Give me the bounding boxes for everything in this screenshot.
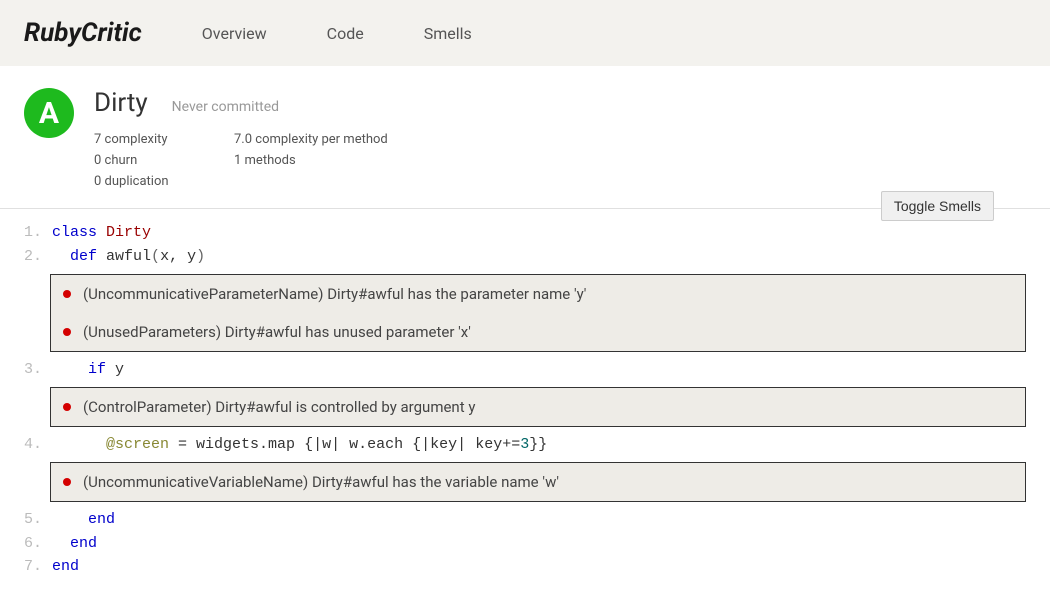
- smell-group: (ControlParameter) Dirty#awful is contro…: [50, 387, 1026, 427]
- toggle-smells-button[interactable]: Toggle Smells: [881, 191, 994, 221]
- lineno: 7.: [24, 555, 52, 578]
- metric-duplication: 0 duplication: [94, 172, 224, 193]
- code-container: 1. class Dirty 2. def awful(x, y) (Uncom…: [0, 209, 1050, 602]
- code-line-7: 7. end: [0, 555, 1050, 578]
- file-summary: A Dirty Never committed 7 complexity 0 c…: [0, 66, 1050, 209]
- metrics-col-right: 7.0 complexity per method 1 methods: [234, 130, 388, 192]
- lineno: 2.: [24, 245, 52, 268]
- smell-text: (UncommunicativeVariableName) Dirty#awfu…: [83, 473, 559, 491]
- metrics-col-left: 7 complexity 0 churn 0 duplication: [94, 130, 224, 192]
- code-line-6: 6. end: [0, 532, 1050, 555]
- smell-group: (UncommunicativeVariableName) Dirty#awfu…: [50, 462, 1026, 502]
- metric-complexity-per-method: 7.0 complexity per method: [234, 130, 388, 151]
- metric-complexity: 7 complexity: [94, 130, 224, 151]
- metric-churn: 0 churn: [94, 151, 224, 172]
- smell-group: (UncommunicativeParameterName) Dirty#awf…: [50, 274, 1026, 352]
- metric-methods: 1 methods: [234, 151, 388, 172]
- nav-smells[interactable]: Smells: [424, 24, 472, 43]
- lineno: 5.: [24, 508, 52, 531]
- code-line-5: 5. end: [0, 508, 1050, 531]
- code-text: def awful(x, y): [52, 245, 205, 268]
- code-text: end: [52, 508, 115, 531]
- file-name: Dirty: [94, 88, 148, 118]
- smell-item[interactable]: (UncommunicativeVariableName) Dirty#awfu…: [51, 463, 1025, 501]
- lineno: 4.: [24, 433, 52, 456]
- file-title-row: Dirty Never committed: [94, 88, 1026, 118]
- nav-overview[interactable]: Overview: [202, 24, 267, 43]
- smell-text: (ControlParameter) Dirty#awful is contro…: [83, 398, 475, 416]
- code-text: @screen = widgets.map {|w| w.each {|key|…: [52, 433, 547, 456]
- nav-code[interactable]: Code: [327, 24, 364, 43]
- bullet-icon: [63, 328, 71, 336]
- header: RubyCritic Overview Code Smells: [0, 0, 1050, 66]
- code-text: if y: [52, 358, 124, 381]
- commit-status: Never committed: [172, 99, 279, 115]
- lineno: 3.: [24, 358, 52, 381]
- code-text: end: [52, 555, 79, 578]
- smell-item[interactable]: (ControlParameter) Dirty#awful is contro…: [51, 388, 1025, 426]
- lineno: 6.: [24, 532, 52, 555]
- metrics: 7 complexity 0 churn 0 duplication 7.0 c…: [94, 130, 1026, 192]
- brand-logo[interactable]: RubyCritic: [24, 18, 142, 48]
- bullet-icon: [63, 290, 71, 298]
- smell-item[interactable]: (UncommunicativeParameterName) Dirty#awf…: [51, 275, 1025, 313]
- code-text: end: [52, 532, 97, 555]
- lineno: 1.: [24, 221, 52, 244]
- bullet-icon: [63, 403, 71, 411]
- code-line-2: 2. def awful(x, y): [0, 245, 1050, 268]
- code-line-4: 4. @screen = widgets.map {|w| w.each {|k…: [0, 433, 1050, 456]
- code-line-1: 1. class Dirty: [0, 221, 1050, 244]
- smell-text: (UnusedParameters) Dirty#awful has unuse…: [83, 323, 471, 341]
- smell-item[interactable]: (UnusedParameters) Dirty#awful has unuse…: [51, 313, 1025, 351]
- code-line-3: 3. if y: [0, 358, 1050, 381]
- file-details: Dirty Never committed 7 complexity 0 chu…: [94, 88, 1026, 192]
- smell-text: (UncommunicativeParameterName) Dirty#awf…: [83, 285, 586, 303]
- grade-badge: A: [24, 88, 74, 138]
- bullet-icon: [63, 478, 71, 486]
- code-text: class Dirty: [52, 221, 151, 244]
